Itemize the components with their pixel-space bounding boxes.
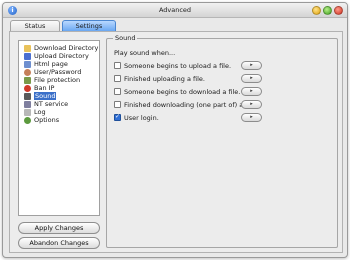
play-sound-button[interactable]: ▸ <box>241 74 262 83</box>
play-icon: ▸ <box>250 114 253 120</box>
tree-item-options[interactable]: Options <box>24 116 59 124</box>
close-button[interactable] <box>334 6 343 15</box>
folder-upload-icon <box>24 52 31 60</box>
tree-item-download-directory[interactable]: Download Directory <box>24 44 98 52</box>
download-begin-checkbox[interactable] <box>114 88 121 95</box>
sound-group: Sound Play sound when... Someone begins … <box>106 34 338 248</box>
service-icon <box>24 100 31 108</box>
tab-bar: Status Settings <box>10 20 116 31</box>
sound-prompt: Play sound when... <box>114 49 176 57</box>
play-sound-button[interactable]: ▸ <box>241 100 262 109</box>
sound-option-row: User login. ▸ <box>114 113 330 123</box>
play-icon: ▸ <box>250 88 253 94</box>
user-login-checkbox[interactable] <box>114 113 121 121</box>
option-label: Someone begins to download a file. <box>124 88 241 96</box>
option-label: Someone begins to upload a file. <box>124 62 232 70</box>
tab-status[interactable]: Status <box>10 20 60 31</box>
tree-item-upload-directory[interactable]: Upload Directory <box>24 52 89 60</box>
maximize-button[interactable] <box>323 6 332 15</box>
advanced-window: i Advanced Status Settings Download Dire… <box>2 2 348 258</box>
title-bar[interactable]: i Advanced <box>3 3 347 18</box>
play-sound-button[interactable]: ▸ <box>241 87 262 96</box>
group-title: Sound <box>113 34 138 42</box>
option-label: Finished uploading a file. <box>124 75 205 83</box>
tree-item-user-password[interactable]: User/Password <box>24 68 81 76</box>
window-title: Advanced <box>158 6 192 14</box>
html-page-icon <box>24 60 31 68</box>
play-sound-button[interactable]: ▸ <box>241 113 262 122</box>
play-sound-button[interactable]: ▸ <box>241 61 262 70</box>
tab-settings[interactable]: Settings <box>62 20 116 31</box>
user-icon <box>24 68 31 76</box>
upload-begin-checkbox[interactable] <box>114 62 121 69</box>
tree-item-file-protection[interactable]: File protection <box>24 76 80 84</box>
sound-option-row: Someone begins to download a file. ▸ <box>114 87 330 97</box>
option-label: Finished downloading (one part of) a fil… <box>124 101 258 109</box>
option-label: User login. <box>124 114 159 122</box>
options-icon <box>24 116 31 124</box>
sound-option-row: Finished uploading a file. ▸ <box>114 74 330 84</box>
ban-icon <box>24 84 31 92</box>
tree-item-nt-service[interactable]: NT service <box>24 100 68 108</box>
tree-item-sound[interactable]: Sound <box>24 92 57 100</box>
tree-item-log[interactable]: Log <box>24 108 46 116</box>
file-protection-icon <box>24 76 31 84</box>
settings-panel: Download Directory Upload Directory Html… <box>9 31 343 253</box>
abandon-changes-button[interactable]: Abandon Changes <box>18 237 100 249</box>
minimize-button[interactable] <box>312 6 321 15</box>
speaker-icon <box>24 92 31 100</box>
play-icon: ▸ <box>250 62 253 68</box>
sound-option-row: Finished downloading (one part of) a fil… <box>114 100 330 110</box>
log-icon <box>24 108 31 116</box>
folder-icon <box>24 44 31 52</box>
sound-option-row: Someone begins to upload a file. ▸ <box>114 61 330 71</box>
settings-tree[interactable]: Download Directory Upload Directory Html… <box>18 40 100 216</box>
upload-finished-checkbox[interactable] <box>114 75 121 82</box>
tree-item-ban-ip[interactable]: Ban IP <box>24 84 54 92</box>
tree-item-html-page[interactable]: Html page <box>24 60 68 68</box>
apply-changes-button[interactable]: Apply Changes <box>18 222 100 234</box>
play-icon: ▸ <box>250 75 253 81</box>
download-finished-checkbox[interactable] <box>114 101 121 108</box>
play-icon: ▸ <box>250 101 253 107</box>
